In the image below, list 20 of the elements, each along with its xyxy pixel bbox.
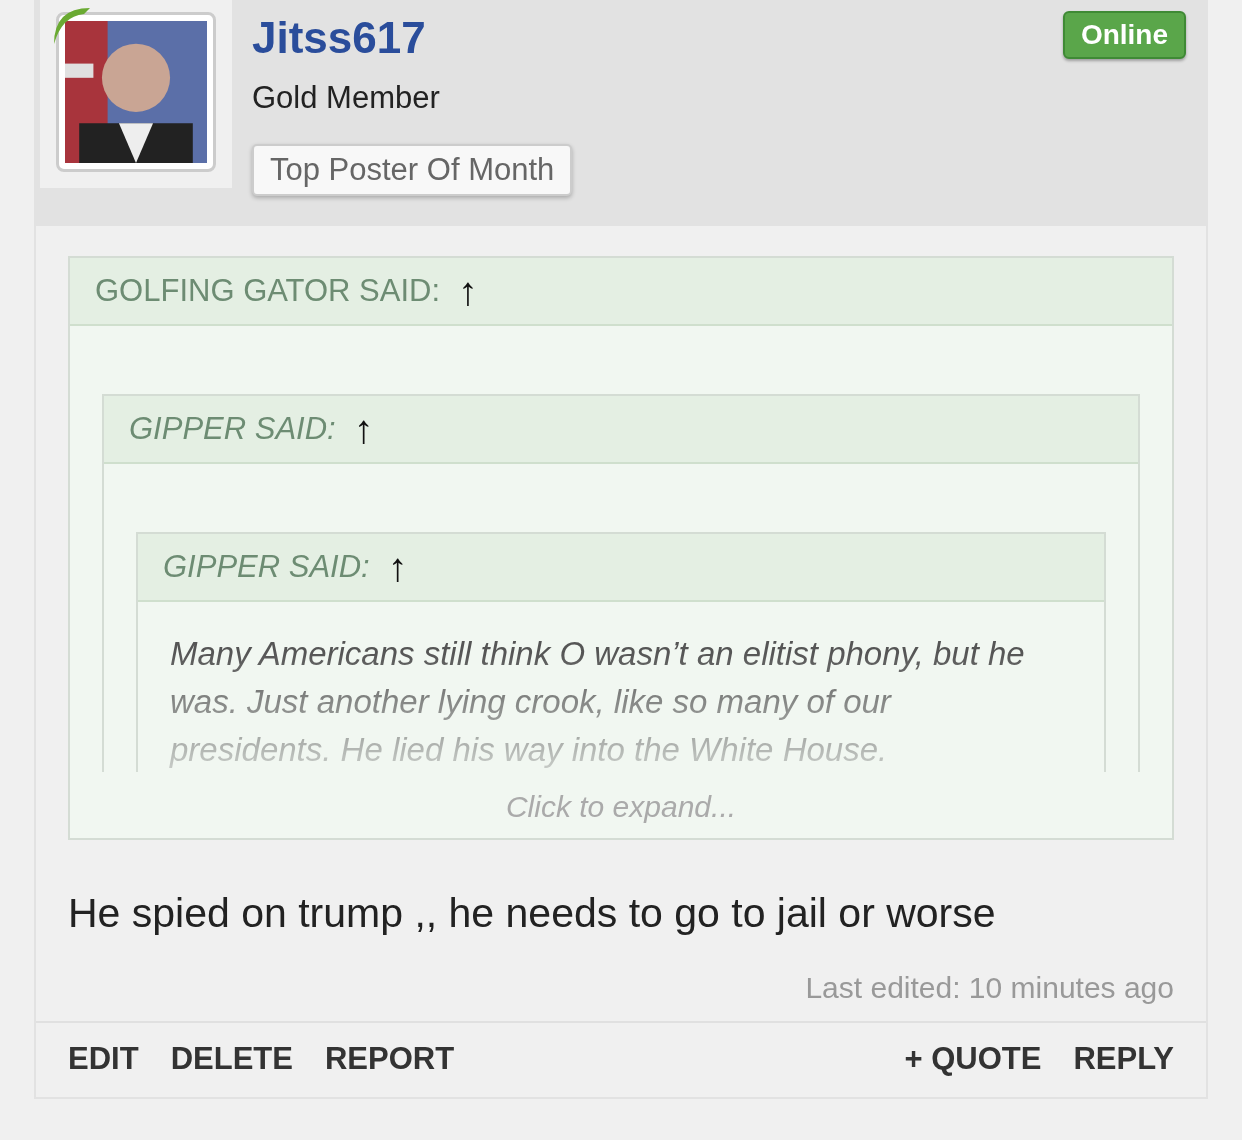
user-banner: Top Poster Of Month xyxy=(252,144,573,196)
online-badge: Online xyxy=(1062,11,1186,59)
jump-link[interactable]: ↑ xyxy=(387,544,408,590)
action-link[interactable]: EDIT xyxy=(68,1041,139,1077)
jump-link[interactable]: ↑ xyxy=(353,406,374,452)
member-rank: Gold Member xyxy=(252,80,440,116)
avatar[interactable] xyxy=(56,12,216,172)
quote-author: GIPPER SAID: xyxy=(163,549,370,585)
action-link[interactable]: REPLY xyxy=(1073,1041,1174,1077)
last-edited: Last edited: 10 minutes ago xyxy=(805,971,1174,1004)
quote-author: GIPPER SAID: xyxy=(129,411,336,447)
username[interactable]: Jitss617 xyxy=(252,12,426,64)
action-link[interactable]: REPORT xyxy=(324,1041,455,1077)
action-link[interactable]: DELETE xyxy=(170,1041,293,1077)
quote-text: Many Americans still think O wasn’t an elitist phony, but he was. Just another lying crook, like so many of our presidents. He lied his way into the White House. xyxy=(168,634,1026,770)
leaf-icon xyxy=(54,8,90,44)
quote-author: GOLFING GATOR SAID: xyxy=(95,273,441,309)
jump-link[interactable]: ↑ xyxy=(458,268,479,314)
message-text: He spied on trump ,, he needs to go to jail or worse xyxy=(68,890,997,937)
action-link[interactable]: + QUOTE xyxy=(904,1041,1042,1077)
